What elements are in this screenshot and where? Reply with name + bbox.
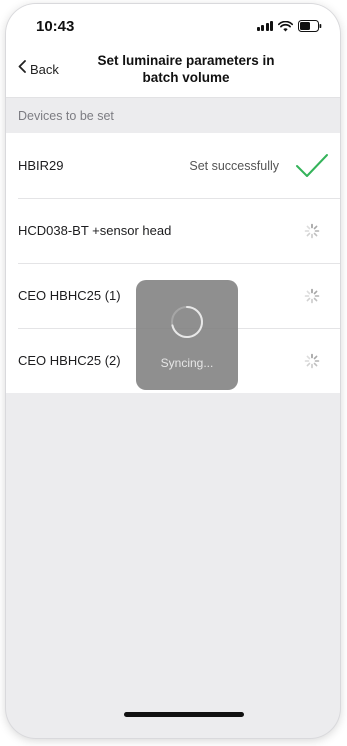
home-indicator[interactable]: [124, 712, 244, 717]
overlay-label: Syncing...: [160, 356, 214, 370]
loading-ring-icon: [169, 304, 205, 345]
device-name: HCD038-BT +sensor head: [18, 223, 172, 238]
device-status: Set successfully: [189, 158, 279, 173]
page-title: Set luminaire parameters in batch volume: [97, 53, 275, 85]
back-label: Back: [30, 61, 59, 77]
navigation-bar: Back Set luminaire parameters in batch v…: [6, 48, 340, 98]
spinner-icon: [294, 343, 330, 379]
status-time: 10:43: [36, 18, 75, 35]
battery-icon: [298, 20, 322, 32]
spinner-icon: [294, 213, 330, 249]
device-row[interactable]: HCD038-BT +sensor head: [6, 198, 340, 263]
chevron-left-icon: [18, 60, 26, 78]
back-button[interactable]: Back: [18, 60, 59, 78]
device-name: HBIR29: [18, 158, 64, 173]
status-icons: [256, 20, 323, 32]
phone-screen: 10:43 Back Set luminaire parameters in b…: [6, 4, 340, 738]
status-bar: 10:43: [6, 4, 340, 48]
signal-icon: [256, 21, 273, 31]
device-name: CEO HBHC25 (2): [18, 353, 121, 368]
device-name: CEO HBHC25 (1): [18, 288, 121, 303]
syncing-overlay: Syncing...: [136, 280, 238, 390]
section-header: Devices to be set: [6, 99, 340, 133]
spinner-icon: [294, 278, 330, 314]
wifi-icon: [278, 20, 293, 32]
device-row[interactable]: HBIR29 Set successfully: [6, 133, 340, 198]
checkmark-icon: [294, 148, 330, 184]
